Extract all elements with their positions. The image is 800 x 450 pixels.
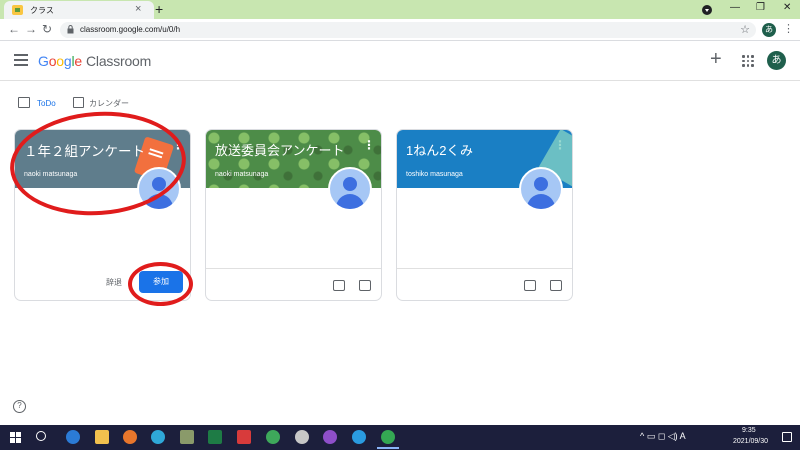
classroom-header: Google Classroom + あ (0, 41, 800, 81)
browser-account-avatar[interactable]: あ (762, 23, 776, 37)
back-button[interactable]: ← (8, 22, 20, 36)
more-options-icon[interactable]: ⋮ (554, 138, 566, 152)
browser-tab[interactable]: クラス × (4, 1, 154, 19)
windows-start-icon[interactable] (10, 432, 21, 443)
app-icon[interactable] (180, 430, 194, 444)
chrome-profile-icon[interactable] (323, 430, 337, 444)
logo-letter: e (74, 53, 82, 69)
app-icon[interactable] (295, 430, 309, 444)
logo-letter: G (38, 53, 49, 69)
notification-icon[interactable] (782, 432, 792, 442)
class-card[interactable]: 1ねん2くみ toshiko masunaga ⋮ (396, 129, 573, 301)
calendar-link[interactable]: カレンダー (89, 98, 129, 109)
class-title[interactable]: 放送委員会アンケート (215, 140, 344, 159)
calendar-icon[interactable] (73, 97, 84, 108)
system-tray[interactable]: ^ ▭ ◻ ◁) A (640, 431, 686, 442)
drive-folder-icon[interactable] (359, 280, 371, 291)
create-or-join-class-button[interactable]: + (710, 49, 722, 69)
google-apps-icon[interactable] (742, 55, 754, 67)
maximize-button[interactable]: ❐ (756, 2, 765, 13)
app-name: Classroom (86, 53, 152, 69)
bookmark-star-icon[interactable]: ☆ (740, 23, 750, 36)
search-icon[interactable] (36, 431, 46, 441)
class-owner: toshiko masunaga (406, 171, 463, 178)
class-title[interactable]: 1ねん2くみ (406, 140, 473, 159)
chrome-icon[interactable] (266, 430, 280, 444)
minimize-button[interactable]: — (730, 2, 740, 13)
clock-time[interactable]: 9:35 (742, 427, 756, 434)
drive-folder-icon[interactable] (550, 280, 562, 291)
tab-close-icon[interactable]: × (135, 3, 141, 15)
main-menu-icon[interactable] (14, 54, 28, 66)
todo-link[interactable]: ToDo (37, 99, 56, 108)
url-text: classroom.google.com/u/0/h (80, 25, 181, 34)
reload-button[interactable]: ↻ (42, 22, 52, 36)
assignments-icon[interactable] (524, 280, 536, 291)
teacher-avatar (519, 167, 563, 211)
app-icon[interactable] (237, 430, 251, 444)
help-icon[interactable]: ? (13, 400, 26, 413)
excel-icon[interactable] (208, 430, 222, 444)
browser-menu-icon[interactable]: ⋮ (783, 22, 794, 35)
window-close-button[interactable]: ✕ (783, 2, 791, 13)
decline-button[interactable]: 辞退 (106, 277, 122, 288)
browser-tab-strip: クラス × + — ❐ ✕ (0, 0, 800, 19)
edge-icon[interactable] (151, 430, 165, 444)
class-card-footer (206, 268, 381, 300)
todo-icon[interactable] (18, 97, 30, 108)
clock-date[interactable]: 2021/09/30 (733, 438, 768, 445)
class-card-footer (397, 268, 572, 300)
windows-taskbar: ^ ▭ ◻ ◁) A 9:35 2021/09/30 (0, 425, 800, 450)
new-tab-button[interactable]: + (155, 1, 163, 17)
edge-legacy-icon[interactable] (66, 430, 80, 444)
address-bar[interactable]: classroom.google.com/u/0/h ☆ (60, 22, 756, 38)
class-card[interactable]: 放送委員会アンケート naoki matsunaga ⋮ (205, 129, 382, 301)
file-explorer-icon[interactable] (95, 430, 109, 444)
firefox-icon[interactable] (123, 430, 137, 444)
teacher-avatar (328, 167, 372, 211)
annotation-circle-join (128, 262, 193, 306)
browser-toolbar: ← → ↻ classroom.google.com/u/0/h ☆ あ ⋮ (0, 19, 800, 41)
chrome-profile-icon[interactable] (352, 430, 366, 444)
more-options-icon[interactable]: ⋮ (363, 138, 375, 152)
class-owner: naoki matsunaga (215, 171, 269, 178)
lock-icon (67, 25, 74, 34)
browser-profile-icon[interactable] (702, 5, 712, 15)
tab-title: クラス (30, 6, 54, 15)
chrome-active-icon[interactable] (377, 430, 399, 449)
account-avatar[interactable]: あ (767, 51, 786, 70)
forward-button[interactable]: → (25, 22, 37, 36)
logo-letter: o (56, 53, 64, 69)
assignments-icon[interactable] (333, 280, 345, 291)
classroom-favicon-icon (12, 5, 23, 15)
google-classroom-logo[interactable]: Google Classroom (38, 53, 151, 69)
